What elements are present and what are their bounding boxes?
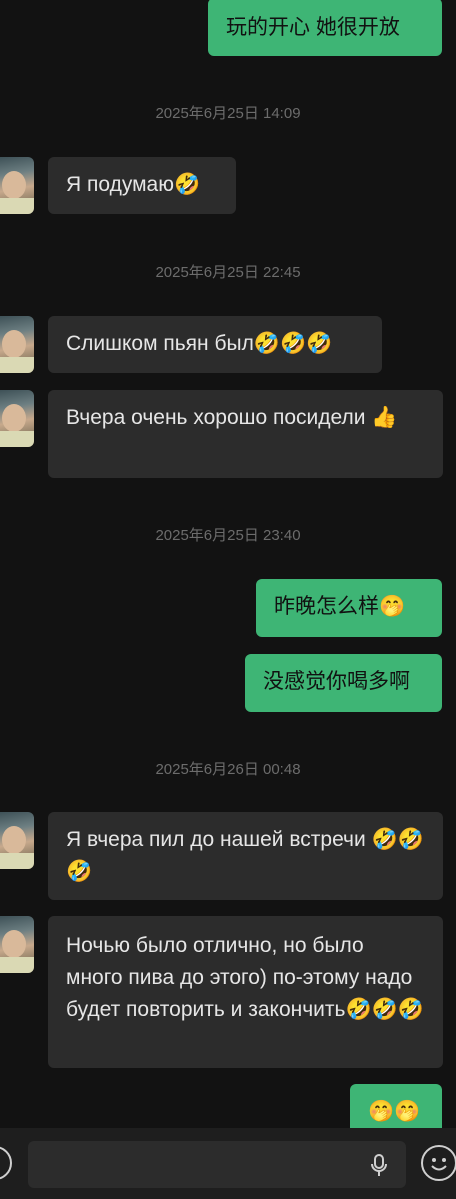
microphone-icon[interactable] [368,1153,390,1177]
outgoing-message[interactable]: 昨晚怎么样🤭 [256,579,442,637]
incoming-message[interactable]: Я вчера пил до нашей встречи 🤣🤣🤣 [48,812,443,900]
contact-avatar[interactable] [0,916,34,973]
timestamp: 2025年6月25日 22:45 [155,264,301,281]
message-text: 玩的开心 她很开放 [226,16,400,39]
incoming-message[interactable]: Я подумаю🤣 [48,157,236,214]
contact-avatar[interactable] [0,390,34,447]
incoming-message[interactable]: Слишком пьян был🤣🤣🤣 [48,316,382,373]
message-text: Слишком пьян был🤣🤣🤣 [66,332,333,355]
voice-icon[interactable] [0,1146,12,1180]
message-text: Я подумаю🤣 [66,173,201,196]
message-text: 昨晚怎么样🤭 [274,595,406,618]
input-bar [0,1128,456,1199]
timestamp: 2025年6月26日 00:48 [155,761,301,778]
incoming-message[interactable]: Вчера очень хорошо посидели 👍 [48,390,443,478]
message-text: Ночью было отлично, но было много пива д… [66,934,424,1021]
message-text: 🤭🤭 [368,1100,421,1123]
emoji-icon[interactable] [421,1145,456,1181]
outgoing-message[interactable]: 玩的开心 她很开放 [208,0,442,56]
contact-avatar[interactable] [0,812,34,869]
message-text: 没感觉你喝多啊 [263,670,410,693]
contact-avatar[interactable] [0,316,34,373]
message-input[interactable] [28,1141,406,1188]
timestamp: 2025年6月25日 14:09 [155,105,301,122]
timestamp: 2025年6月25日 23:40 [155,527,301,544]
outgoing-message[interactable]: 没感觉你喝多啊 [245,654,442,712]
contact-avatar[interactable] [0,157,34,214]
chat-area[interactable]: 玩的开心 她很开放 2025年6月25日 14:09 Я подумаю🤣 20… [0,0,456,1128]
outgoing-message[interactable]: 🤭🤭 [350,1084,442,1128]
message-text: Вчера очень хорошо посидели 👍 [66,406,398,429]
incoming-message[interactable]: Ночью было отлично, но было много пива д… [48,916,443,1068]
message-text: Я вчера пил до нашей встречи 🤣🤣🤣 [66,828,424,883]
